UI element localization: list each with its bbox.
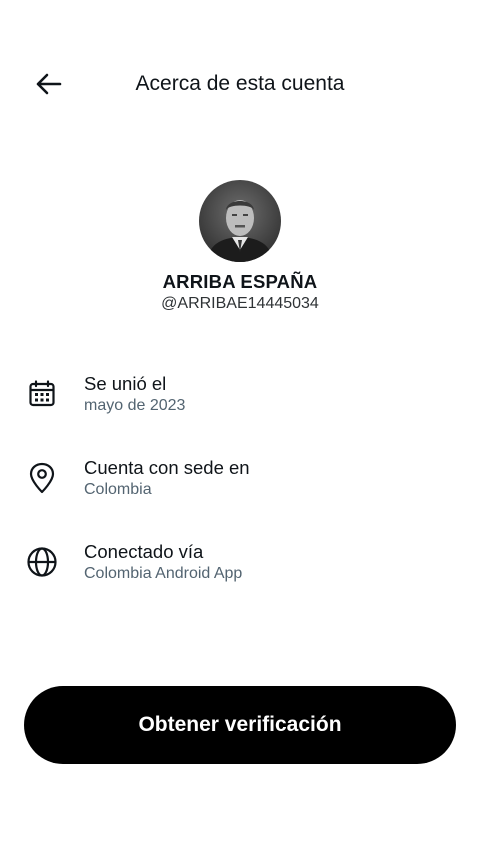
account-info-list: Se unió el mayo de 2023 Cuenta con sede … [0,372,480,624]
list-item-connected-via: Conectado vía Colombia Android App [0,540,480,624]
info-label: Cuenta con sede en [84,457,250,478]
globe-icon [24,544,60,580]
avatar[interactable] [199,180,281,262]
avatar-image [199,180,281,262]
list-item-location: Cuenta con sede en Colombia [0,456,480,540]
about-account-screen: Acerca de esta cuenta ARRIBA ESPAÑA @ARR… [0,0,480,854]
info-label: Se unió el [84,373,167,394]
location-pin-icon [24,460,60,496]
info-label: Conectado vía [84,541,204,562]
info-value: Colombia Android App [84,565,243,582]
profile-summary: ARRIBA ESPAÑA @ARRIBAE14445034 [0,180,480,313]
list-item-joined: Se unió el mayo de 2023 [0,372,480,456]
info-value: Colombia [84,481,152,498]
header: Acerca de esta cuenta [0,60,480,108]
display-name: ARRIBA ESPAÑA [162,271,318,292]
calendar-icon [24,376,60,412]
user-handle: @ARRIBAE14445034 [161,295,319,312]
page-title: Acerca de esta cuenta [135,72,345,95]
get-verified-button[interactable]: Obtener verificación [24,686,456,764]
info-value: mayo de 2023 [84,397,186,414]
